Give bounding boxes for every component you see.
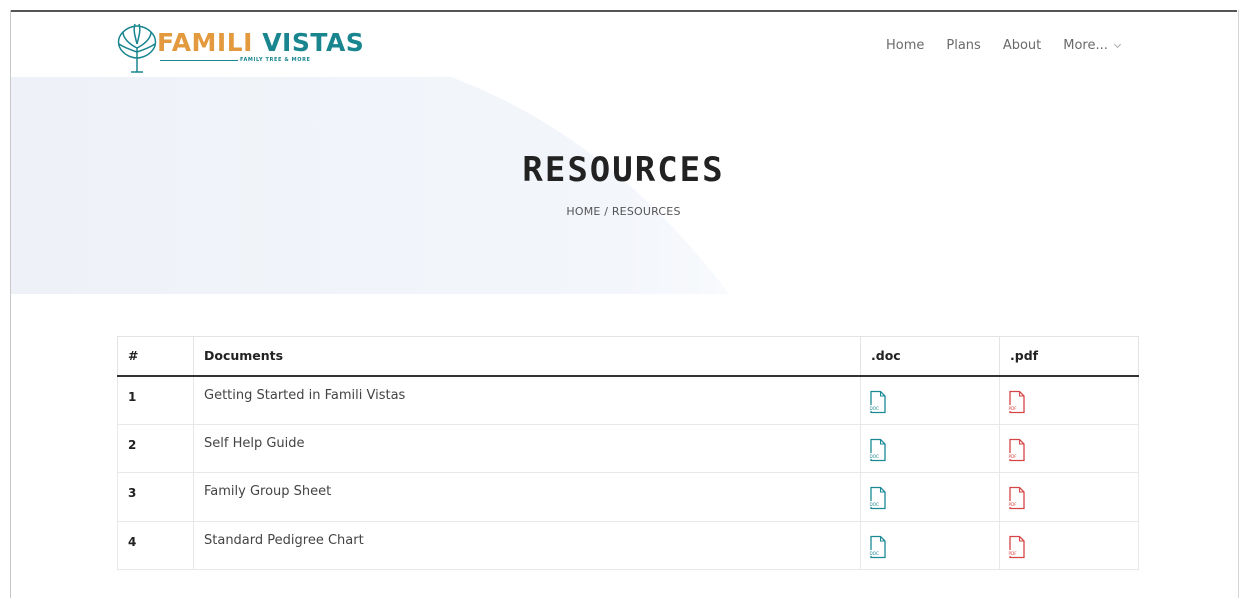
pdf-cell: PDF	[999, 472, 1139, 522]
brand-name-part2: VISTAS	[262, 28, 365, 57]
nav-plans[interactable]: Plans	[946, 38, 980, 53]
row-number: 2	[117, 423, 194, 473]
svg-text:PDF: PDF	[1009, 406, 1018, 411]
pdf-cell: PDF	[999, 520, 1139, 570]
brand-name-part1: FAMILI	[157, 28, 253, 57]
doc-cell: DOC	[860, 472, 1000, 522]
brand-tagline: FAMILY TREE & MORE	[240, 57, 311, 63]
pdf-file-icon[interactable]: PDF	[1007, 390, 1027, 414]
breadcrumb: HOME / RESOURCES	[566, 205, 681, 218]
nav-more-label: More...	[1063, 38, 1108, 53]
doc-file-icon[interactable]: DOC	[868, 438, 888, 462]
column-header-doc: .doc	[860, 336, 1000, 377]
pdf-file-icon[interactable]: PDF	[1007, 438, 1027, 462]
document-name: Family Group Sheet	[193, 472, 861, 522]
row-number: 1	[117, 375, 194, 425]
pdf-cell: PDF	[999, 423, 1139, 473]
doc-file-icon[interactable]: DOC	[868, 390, 888, 414]
nav-home-label: Home	[886, 38, 925, 53]
svg-text:PDF: PDF	[1009, 502, 1018, 507]
pdf-file-icon[interactable]: PDF	[1007, 486, 1027, 510]
page-top-border	[10, 10, 1237, 12]
doc-cell: DOC	[860, 423, 1000, 473]
column-header-num: #	[117, 336, 194, 377]
column-header-pdf: .pdf	[999, 336, 1139, 377]
resources-table-wrap: # Documents .doc .pdf 1 Getting Started …	[117, 336, 1139, 570]
table-row: 1 Getting Started in Famili Vistas DOC P…	[117, 375, 1139, 425]
nav-plans-label: Plans	[946, 38, 981, 53]
brand-name: FAMILI VISTAS	[157, 28, 364, 58]
doc-cell: DOC	[860, 375, 1000, 425]
nav-home[interactable]: Home	[886, 38, 924, 53]
chevron-down-icon	[1113, 40, 1121, 48]
document-name: Getting Started in Famili Vistas	[193, 375, 861, 425]
doc-cell: DOC	[860, 520, 1000, 570]
nav-about-label: About	[1002, 38, 1042, 53]
document-name: Standard Pedigree Chart	[193, 520, 861, 570]
document-name: Self Help Guide	[193, 423, 861, 473]
table-header-row: # Documents .doc .pdf	[117, 336, 1139, 377]
row-number: 3	[117, 472, 194, 522]
pdf-cell: PDF	[999, 375, 1139, 425]
page-right-border	[1238, 10, 1239, 598]
table-row: 2 Self Help Guide DOC PDF	[117, 423, 1139, 473]
svg-text:DOC: DOC	[870, 551, 880, 556]
brand-underline	[160, 60, 238, 61]
column-header-documents: Documents	[193, 336, 861, 377]
page-title: RESOURCES	[522, 150, 725, 190]
nav-more-dropdown[interactable]: More...	[1063, 38, 1121, 53]
svg-text:PDF: PDF	[1009, 454, 1018, 459]
row-number: 4	[117, 520, 194, 570]
svg-text:PDF: PDF	[1009, 551, 1018, 556]
nav-about[interactable]: About	[1003, 38, 1041, 53]
main-nav: Home Plans About More...	[886, 38, 1121, 53]
resources-table: # Documents .doc .pdf 1 Getting Started …	[117, 336, 1139, 570]
table-row: 3 Family Group Sheet DOC PDF	[117, 472, 1139, 522]
table-row: 4 Standard Pedigree Chart DOC PDF	[117, 520, 1139, 570]
tree-icon	[117, 23, 157, 73]
doc-file-icon[interactable]: DOC	[868, 486, 888, 510]
svg-text:DOC: DOC	[870, 454, 880, 459]
svg-text:DOC: DOC	[870, 502, 880, 507]
pdf-file-icon[interactable]: PDF	[1007, 535, 1027, 559]
svg-text:DOC: DOC	[870, 406, 880, 411]
doc-file-icon[interactable]: DOC	[868, 535, 888, 559]
